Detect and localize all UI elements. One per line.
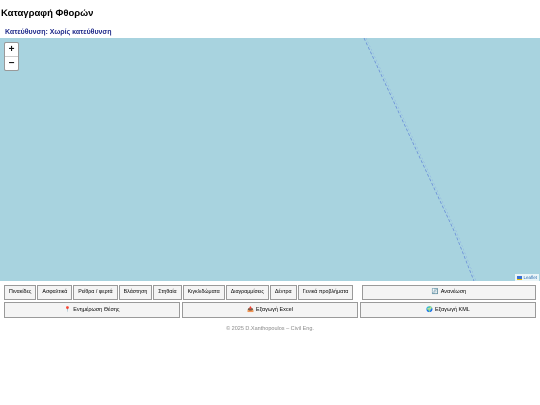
pin-icon: 📍 — [64, 307, 72, 313]
zoom-in-button[interactable]: + — [5, 43, 18, 56]
zoom-control: + − — [4, 42, 19, 71]
category-button-railings[interactable]: Κιγκλιδώματα — [182, 285, 225, 300]
category-button-markings[interactable]: Διαγραμμίσεις — [225, 285, 269, 300]
refresh-icon: 🔄 — [431, 289, 439, 295]
zoom-out-button[interactable]: − — [5, 56, 18, 70]
refresh-button-label: Ανανέωση — [440, 289, 467, 295]
category-button-general[interactable]: Γενικά προβλήματα — [297, 285, 354, 300]
update-position-button[interactable]: 📍 Ενημέρωση Θέσης — [4, 302, 180, 318]
category-button-trees[interactable]: Δέντρα — [269, 285, 297, 300]
export-excel-label: Εξαγωγή Excel — [255, 307, 293, 313]
direction-label: Κατεύθυνση: Χωρίς κατεύθυνση — [5, 29, 112, 36]
map-view[interactable]: + − Leaflet — [0, 38, 540, 281]
page-title: Καταγραφή Φθορών — [1, 8, 94, 19]
ukraine-flag-icon — [517, 275, 523, 280]
category-button-barriers[interactable]: Στηθαία — [153, 285, 182, 300]
category-button-signs[interactable]: Πινακίδες — [4, 285, 37, 300]
footer-copyright: © 2025 D.Xanthopoulos – Civil Eng. — [226, 326, 314, 332]
category-buttons: Πινακίδες Ασφαλτικά Ρείθρα / φερτά Βλάστ… — [4, 285, 354, 300]
refresh-button[interactable]: 🔄 Ανανέωση — [362, 285, 536, 300]
category-button-vegetation[interactable]: Βλάστηση — [118, 285, 153, 300]
globe-icon: 🌍 — [426, 307, 433, 313]
export-kml-button[interactable]: 🌍 Εξαγωγή KML — [360, 302, 536, 318]
upload-tray-icon: 📤 — [247, 307, 254, 313]
map-attribution: Leaflet — [515, 274, 539, 281]
map-canvas — [363, 38, 477, 281]
update-position-label: Ενημέρωση Θέσης — [73, 307, 120, 313]
export-kml-label: Εξαγωγή KML — [435, 307, 470, 313]
category-button-asphalt[interactable]: Ασφαλτικά — [37, 285, 73, 300]
export-excel-button[interactable]: 📤 Εξαγωγή Excel — [182, 302, 358, 318]
road-route-line — [363, 38, 475, 281]
leaflet-link[interactable]: Leaflet — [523, 275, 537, 280]
category-button-gutters[interactable]: Ρείθρα / φερτά — [73, 285, 118, 300]
